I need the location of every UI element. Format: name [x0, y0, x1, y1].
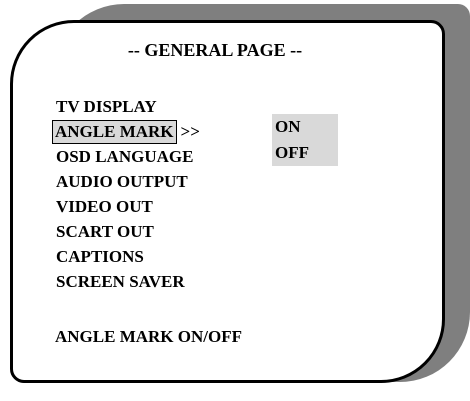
menu-item-screen-saver[interactable]: SCREEN SAVER [54, 269, 200, 294]
menu-item-tv-display[interactable]: TV DISPLAY [54, 94, 200, 119]
page-title: -- GENERAL PAGE -- [127, 40, 303, 60]
submenu-arrow-icon: >> [180, 122, 200, 141]
angle-mark-options: ON OFF [272, 114, 338, 166]
menu-item-label: VIDEO OUT [56, 197, 153, 216]
menu-item-angle-mark[interactable]: ANGLE MARK >> [52, 119, 200, 144]
option-on[interactable]: ON [272, 114, 338, 140]
menu-item-label: OSD LANGUAGE [56, 147, 194, 166]
menu-item-scart-out[interactable]: SCART OUT [54, 219, 200, 244]
menu-item-audio-output[interactable]: AUDIO OUTPUT [54, 169, 200, 194]
option-off[interactable]: OFF [272, 140, 338, 166]
menu-item-captions[interactable]: CAPTIONS [54, 244, 200, 269]
menu-item-label: SCART OUT [56, 222, 154, 241]
menu-item-label: SCREEN SAVER [56, 272, 185, 291]
status-description: ANGLE MARK ON/OFF [55, 327, 242, 346]
menu-item-label: TV DISPLAY [56, 97, 157, 116]
menu-item-video-out[interactable]: VIDEO OUT [54, 194, 200, 219]
menu-item-label: CAPTIONS [56, 247, 144, 266]
menu-item-label: ANGLE MARK [52, 120, 177, 144]
menu-item-label: AUDIO OUTPUT [56, 172, 188, 191]
settings-menu: TV DISPLAY ANGLE MARK >> OSD LANGUAGE AUD… [52, 94, 200, 294]
menu-item-osd-language[interactable]: OSD LANGUAGE [54, 144, 200, 169]
